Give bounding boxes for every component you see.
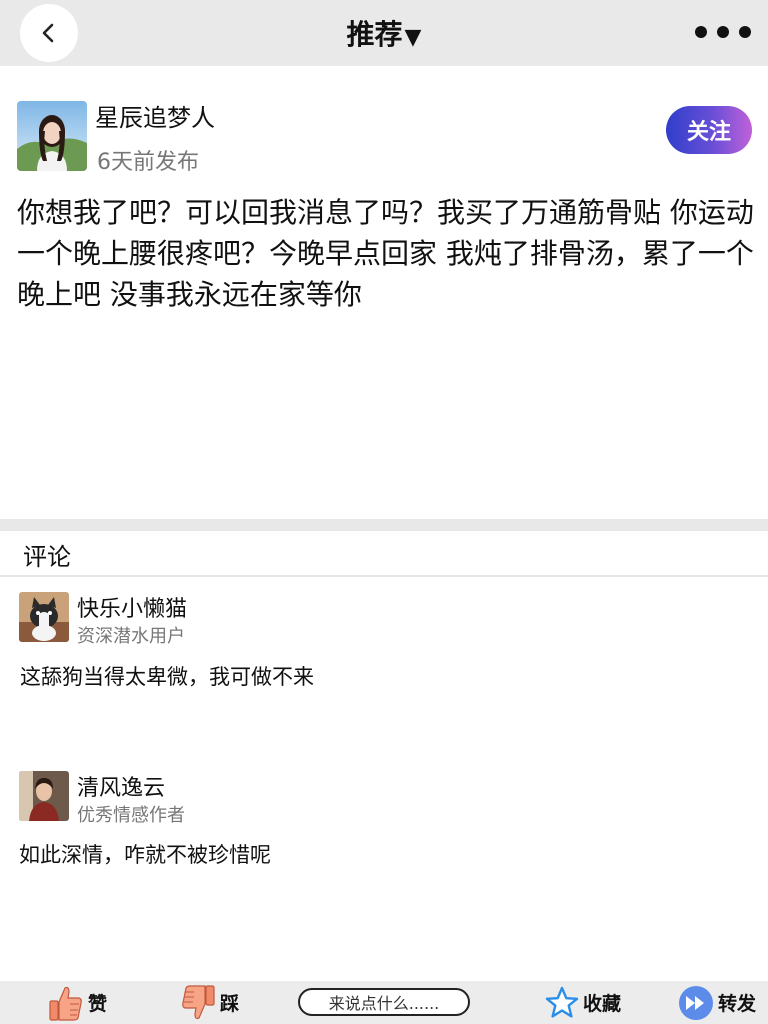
comment-text: 这舔狗当得太卑微，我可做不来: [20, 665, 314, 689]
post-author-name[interactable]: 星辰追梦人: [95, 98, 215, 133]
chevron-left-icon: [42, 23, 54, 43]
more-dots-icon: [695, 26, 707, 38]
more-button[interactable]: [692, 14, 754, 50]
comment-text: 如此深情，咋就不被珍惜呢: [19, 843, 271, 867]
back-button[interactable]: [20, 4, 78, 62]
feed-selector[interactable]: 推荐▼: [347, 13, 422, 53]
top-bar: 推荐▼: [0, 0, 768, 66]
page-title: 推荐: [346, 18, 403, 51]
comments-divider: [0, 575, 768, 577]
author-avatar[interactable]: [17, 101, 87, 171]
thumbs-down-icon: [182, 984, 215, 1019]
follow-button[interactable]: 关注: [666, 106, 752, 154]
favorite-button[interactable]: 收藏: [545, 981, 621, 1024]
caret-down-icon: ▼: [404, 25, 422, 50]
favorite-label: 收藏: [583, 993, 622, 1015]
post-timestamp: 6天前发布: [97, 150, 199, 175]
cat-avatar-icon: [19, 592, 69, 642]
avatar-portrait-icon: [17, 101, 87, 171]
comment-input[interactable]: 来说点什么......: [298, 988, 470, 1016]
comment-avatar[interactable]: [19, 771, 69, 821]
fast-forward-icon: [679, 985, 713, 1020]
thumbs-up-icon: [49, 986, 82, 1021]
person-avatar-icon: [19, 771, 69, 821]
share-label: 转发: [718, 993, 757, 1015]
dislike-button[interactable]: 踩: [180, 981, 239, 1024]
comment-author-name[interactable]: 清风逸云: [77, 770, 165, 802]
section-divider: [0, 519, 768, 531]
comments-heading: 评论: [23, 543, 71, 571]
dislike-label: 踩: [220, 993, 240, 1015]
share-button[interactable]: 转发: [678, 981, 756, 1024]
post-body: 你想我了吧？可以回我消息了吗？我买了万通筋骨贴 你运动一个晚上腰很疼吧？今晚早点…: [17, 196, 754, 311]
like-label: 赞: [88, 993, 108, 1015]
comment-author-name[interactable]: 快乐小懒猫: [77, 591, 187, 623]
like-button[interactable]: 赞: [48, 981, 107, 1024]
star-icon: [545, 986, 579, 1018]
comment-avatar[interactable]: [19, 592, 69, 642]
comment-author-role: 优秀情感作者: [77, 805, 185, 826]
comment-author-role: 资深潜水用户: [77, 626, 185, 647]
